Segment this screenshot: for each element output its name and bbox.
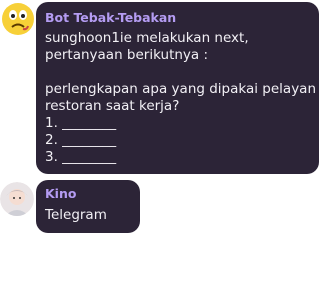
emoji-face-icon[interactable]	[1, 2, 35, 36]
message-text: sunghoon1ie melakukan next, pertanyaan b…	[45, 30, 317, 165]
sender-name[interactable]: Kino	[45, 186, 130, 202]
message-bubble[interactable]: Bot Tebak-Tebakan sunghoon1ie melakukan …	[36, 2, 319, 174]
message-bubble[interactable]: Kino Telegram	[36, 180, 140, 233]
message-text: Telegram	[45, 207, 107, 223]
sender-name[interactable]: Bot Tebak-Tebakan	[45, 10, 309, 26]
user-avatar-icon[interactable]	[0, 182, 34, 216]
chat-view: Bot Tebak-Tebakan sunghoon1ie melakukan …	[0, 0, 320, 284]
